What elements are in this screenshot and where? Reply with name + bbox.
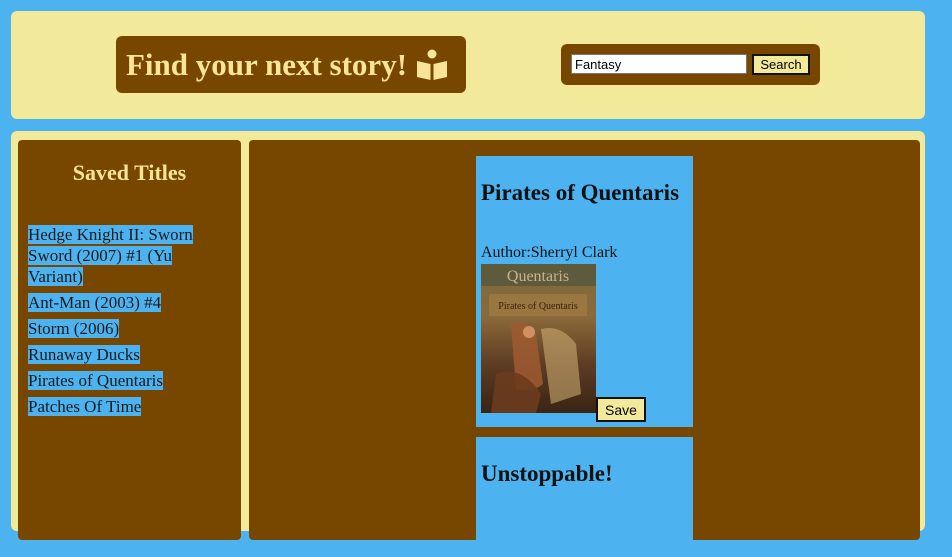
search-button[interactable]: Search <box>752 54 810 75</box>
book-card: Pirates of Quentaris Author:Sherryl Clar… <box>476 156 693 427</box>
saved-titles-list: Hedge Knight II: Sworn Sword (2007) #1 (… <box>28 224 208 422</box>
book-author: Author:Sherryl Clark <box>481 244 618 261</box>
page-title: Find your next story! <box>126 46 408 82</box>
saved-title-item[interactable]: Hedge Knight II: Sworn Sword (2007) #1 (… <box>28 224 208 287</box>
saved-title-item[interactable]: Pirates of Quentaris <box>28 370 208 391</box>
search-input[interactable] <box>571 54 747 74</box>
saved-titles-sidebar: Saved Titles Hedge Knight II: Sworn Swor… <box>18 140 241 540</box>
book-card: Unstoppable! <box>476 437 693 557</box>
title-banner: Find your next story! <box>116 36 466 93</box>
saved-title-item[interactable]: Runaway Ducks <box>28 344 208 365</box>
search-bar: Search <box>561 44 820 85</box>
cover-series-text: Quentaris <box>507 268 569 285</box>
book-cover-image: Quentaris Pirates of Quentaris <box>481 264 596 413</box>
save-button[interactable]: Save <box>596 397 646 422</box>
main-panel: Saved Titles Hedge Knight II: Sworn Swor… <box>11 131 925 557</box>
book-title: Unstoppable! <box>481 461 613 486</box>
saved-title-item[interactable]: Patches Of Time <box>28 396 208 417</box>
saved-titles-heading: Saved Titles <box>72 160 187 185</box>
cover-title-text: Pirates of Quentaris <box>498 301 578 312</box>
saved-title-item[interactable]: Ant-Man (2003) #4 <box>28 292 208 313</box>
saved-title-item[interactable]: Storm (2006) <box>28 318 208 339</box>
book-title: Pirates of Quentaris <box>481 180 680 205</box>
results-area: Pirates of Quentaris Author:Sherryl Clar… <box>249 140 920 557</box>
header-panel: Find your next story! Search <box>11 11 925 119</box>
open-book-icon <box>415 48 449 82</box>
